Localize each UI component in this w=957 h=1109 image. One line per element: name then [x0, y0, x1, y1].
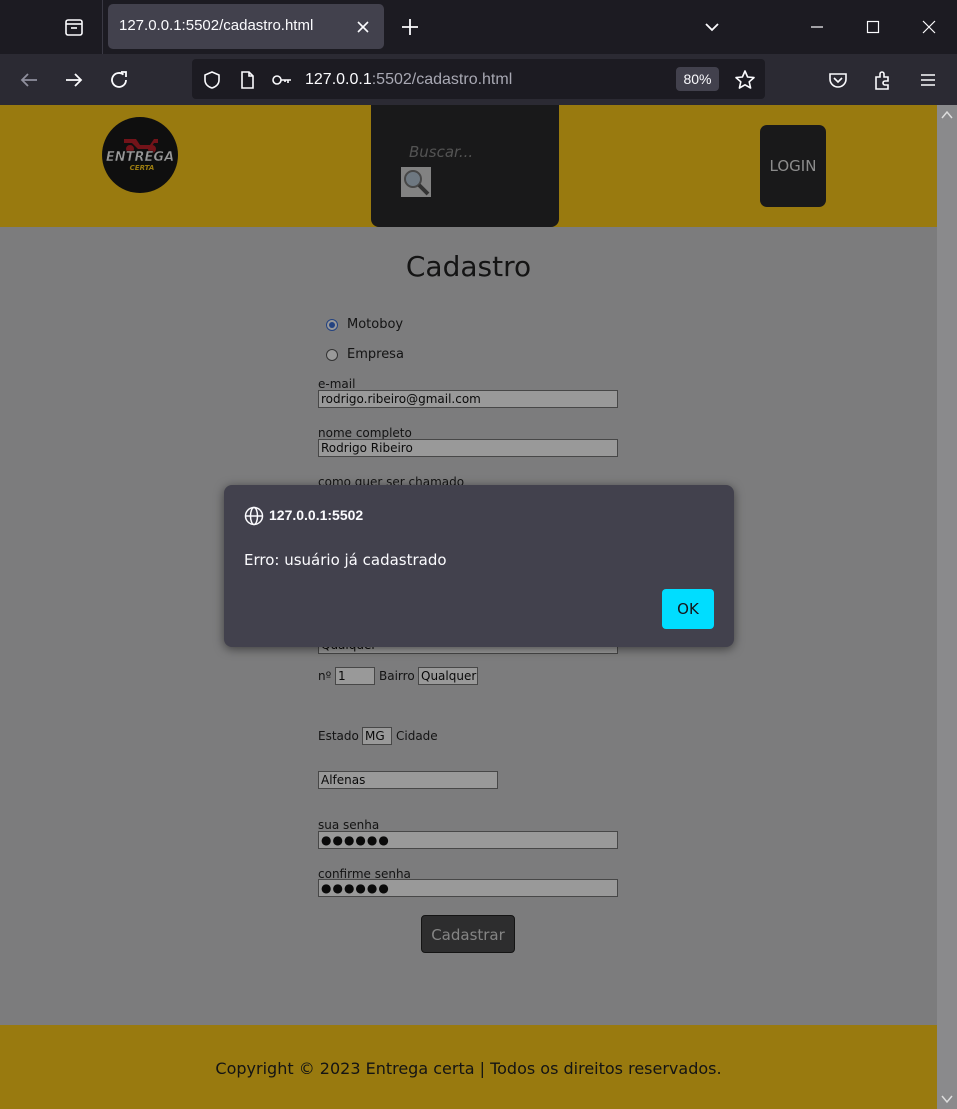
browser-tab-bar: 127.0.0.1:5502/cadastro.html	[0, 0, 957, 54]
globe-icon	[244, 506, 264, 526]
close-window-icon[interactable]	[917, 15, 941, 39]
page-icon[interactable]	[235, 68, 259, 92]
scroll-down-arrow-icon[interactable]	[937, 1089, 957, 1109]
tab-list-icon[interactable]	[60, 13, 88, 41]
dialog-message: Erro: usuário já cadastrado	[244, 551, 447, 569]
url-host: 127.0.0.1	[305, 71, 372, 88]
maximize-icon[interactable]	[861, 15, 885, 39]
close-tab-icon[interactable]	[353, 17, 373, 37]
tab-separator	[102, 0, 103, 54]
browser-tab[interactable]: 127.0.0.1:5502/cadastro.html	[108, 4, 384, 49]
forward-arrow-icon[interactable]	[61, 67, 87, 93]
new-tab-icon[interactable]	[398, 15, 422, 39]
back-arrow-icon[interactable]	[16, 67, 42, 93]
extensions-icon[interactable]	[870, 67, 896, 93]
star-icon[interactable]	[732, 67, 758, 93]
ok-button[interactable]: OK	[662, 589, 714, 629]
page-scrollbar[interactable]	[937, 105, 957, 1109]
minimize-icon[interactable]	[805, 15, 829, 39]
pocket-icon[interactable]	[825, 67, 851, 93]
alert-dialog: 127.0.0.1:5502 Erro: usuário já cadastra…	[224, 485, 734, 647]
key-icon[interactable]	[270, 68, 294, 92]
chevron-down-icon[interactable]	[700, 15, 724, 39]
shield-icon[interactable]	[200, 68, 224, 92]
hamburger-menu-icon[interactable]	[915, 67, 941, 93]
tab-title: 127.0.0.1:5502/cadastro.html	[119, 17, 314, 34]
scroll-up-arrow-icon[interactable]	[937, 105, 957, 125]
dialog-origin: 127.0.0.1:5502	[269, 507, 364, 523]
url-text[interactable]: 127.0.0.1:5502/cadastro.html	[305, 71, 512, 89]
zoom-indicator[interactable]: 80%	[676, 67, 719, 91]
reload-icon[interactable]	[106, 67, 132, 93]
url-path: :5502/cadastro.html	[371, 71, 513, 88]
